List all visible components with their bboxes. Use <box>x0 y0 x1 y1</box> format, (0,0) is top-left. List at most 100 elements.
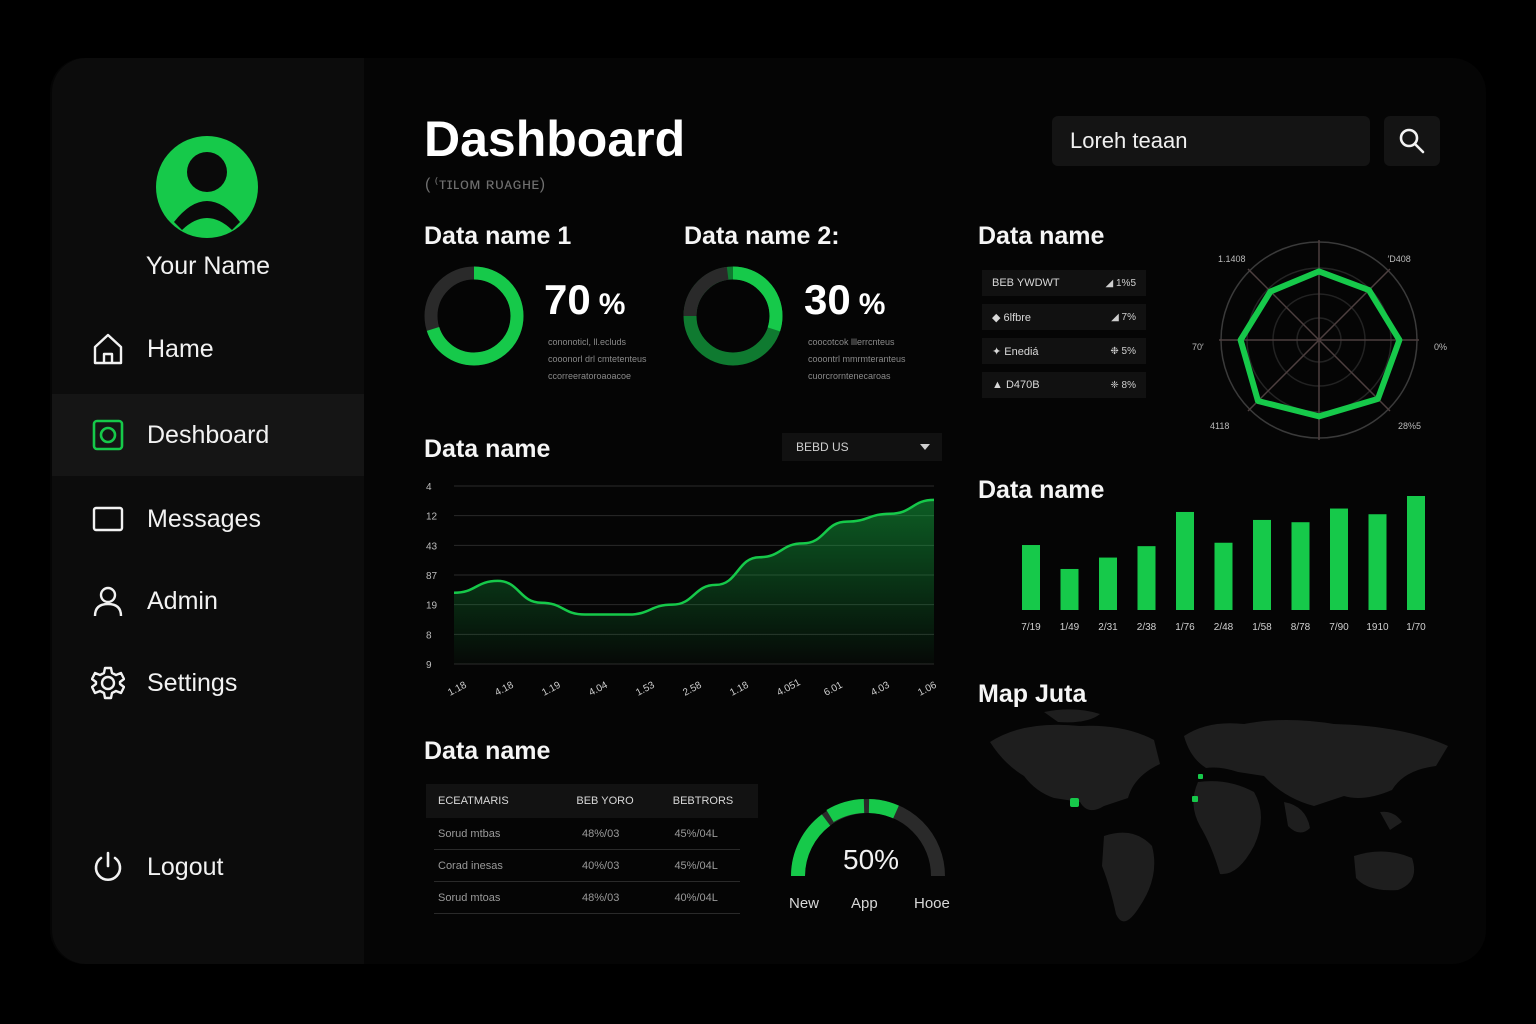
x-tick-label: 1910 <box>1366 622 1389 633</box>
table-header: ECEATMARIS BEB YORO BEBTRORS <box>426 784 758 818</box>
nav-item-dashboard[interactable]: Deshboard <box>52 394 364 476</box>
x-tick-label: 1.18 <box>446 680 469 699</box>
y-tick-label: 19 <box>426 601 438 612</box>
radar-axis-label: 4118 <box>1210 421 1229 431</box>
nav-label: Admin <box>147 586 218 615</box>
column-header[interactable]: BEBTRORS <box>658 795 748 807</box>
donut2-value: 30% <box>804 276 886 323</box>
nav-item-settings[interactable]: Settings <box>52 642 364 724</box>
bar <box>1099 557 1117 610</box>
search-field[interactable] <box>1052 116 1370 166</box>
power-icon <box>90 849 126 885</box>
radar-axis-label: 70′ <box>1192 342 1204 352</box>
x-tick-label: 6.01 <box>822 680 845 699</box>
x-tick-label: 4.04 <box>587 680 610 699</box>
radar-panel-title: Data name <box>978 222 1105 250</box>
area-fill <box>454 499 934 664</box>
donut1-chart <box>424 266 524 366</box>
x-tick-label: 8/78 <box>1291 622 1311 633</box>
series-select[interactable]: BEBD US <box>782 433 942 461</box>
search-icon <box>1399 128 1425 154</box>
y-tick-label: 87 <box>426 571 438 582</box>
donut2-notes: coocotcok lllerrcnteus cooontrl mmrmteran… <box>808 337 906 381</box>
line-panel-title: Data name <box>424 435 551 463</box>
gauge-segment <box>868 799 899 819</box>
column-header[interactable]: ECEATMARIS <box>426 795 552 807</box>
donut2-title: Data name 2: <box>684 222 840 250</box>
nav-label: Deshboard <box>147 420 270 449</box>
x-tick-label: 2/38 <box>1137 622 1157 633</box>
map-marker <box>1070 798 1079 807</box>
gear-icon <box>90 665 126 701</box>
radar-axis-label: ′D408 <box>1385 254 1411 264</box>
x-tick-label: 7/90 <box>1329 622 1349 633</box>
radar-chart: 1.1408 ′D408 0% 28%5 4118 70′ <box>1192 240 1447 440</box>
search-button[interactable] <box>1384 116 1440 166</box>
column-header[interactable]: BEB YORO <box>552 795 658 807</box>
page-subtitle: ( ⁽ᴛɪʟᴏᴍ ʀᴜᴀɢʜᴇ) <box>425 176 546 193</box>
chevron-down-icon <box>920 444 930 450</box>
y-tick-label: 8 <box>426 630 432 641</box>
x-tick-label: 4.051 <box>775 677 803 699</box>
y-tick-label: 12 <box>426 512 438 523</box>
x-tick-label: 2/48 <box>1214 622 1234 633</box>
user-name: Your Name <box>145 252 271 280</box>
map-landmass <box>1102 832 1155 922</box>
bar <box>1253 519 1271 610</box>
map-landmass <box>1284 802 1310 833</box>
table-panel-title: Data name <box>424 737 551 765</box>
x-tick-label: 1.53 <box>634 680 657 699</box>
nav-item-messages[interactable]: Messages <box>52 478 364 560</box>
bar-chart: 7/19 1/49 2/31 2/38 1/76 2/48 1/58 8/78 7/90 1910… <box>1021 496 1426 633</box>
gauge-label: Hooe <box>914 895 950 912</box>
nav-item-home[interactable]: Hame <box>52 308 364 390</box>
legend-row[interactable]: BEB YWDWT ◢ 1%5 <box>982 270 1146 296</box>
x-tick-label: 1.18 <box>728 680 751 699</box>
map-landmass <box>990 724 1160 811</box>
x-tick-label: 1.06 <box>916 680 939 699</box>
legend-row[interactable]: ▲ D470B ❈ 8% <box>982 372 1146 398</box>
nav-item-admin[interactable]: Admin <box>52 560 364 642</box>
radar-axis-label: 1.1408 <box>1218 254 1246 264</box>
donut1-title: Data name 1 <box>424 222 572 250</box>
table-row[interactable]: Sorud mtbas 48%/03 45%/04L <box>434 818 740 850</box>
gauge-segment <box>826 799 865 823</box>
x-tick-label: 4.18 <box>493 680 516 699</box>
bar <box>1022 545 1040 610</box>
bar <box>1291 522 1310 610</box>
area-chart: 4 12 43 87 19 8 9 1.18 4.18 1.19 4.04 1.53 2.58 1.18… <box>426 482 939 699</box>
donut1-value: 70% <box>544 276 626 323</box>
table-row[interactable]: Corad inesas 40%/03 45%/04L <box>434 850 740 882</box>
home-icon <box>90 331 126 367</box>
radar-axis-label: 28%5 <box>1398 421 1421 431</box>
logout-button[interactable]: Logout <box>52 826 364 908</box>
x-tick-label: 1.19 <box>540 680 563 699</box>
bar <box>1407 496 1425 610</box>
map-landmass <box>1044 709 1100 723</box>
x-tick-label: 2/31 <box>1098 622 1118 633</box>
table-row[interactable]: Sorud mtoas 48%/03 40%/04L <box>434 882 740 914</box>
legend-row[interactable]: ✦ Enediá ❉ 5% <box>982 338 1146 364</box>
map-landmass <box>1354 851 1415 891</box>
bar <box>1214 542 1233 610</box>
gauge-value: 50% <box>843 844 900 875</box>
x-tick-label: 2.58 <box>681 680 704 699</box>
map-landmass <box>1193 781 1261 875</box>
search-input[interactable] <box>1070 128 1370 154</box>
avatar[interactable] <box>156 136 258 238</box>
bar <box>1368 514 1387 610</box>
select-value: BEBD US <box>796 440 849 454</box>
legend-row[interactable]: ◆ 6lfbre ◢ 7% <box>982 304 1146 330</box>
gauge-segment <box>791 814 831 877</box>
world-map[interactable] <box>984 706 1454 938</box>
y-tick-label: 9 <box>426 660 432 671</box>
user-icon <box>90 583 126 619</box>
y-tick-label: 4 <box>426 482 432 493</box>
bar <box>1060 568 1079 610</box>
x-tick-label: 7/19 <box>1021 622 1041 633</box>
radar-axis-label: 0% <box>1434 342 1447 352</box>
messages-icon <box>90 501 126 537</box>
nav-label: Settings <box>147 668 238 697</box>
logout-label: Logout <box>147 852 224 881</box>
nav-label: Messages <box>147 504 261 533</box>
